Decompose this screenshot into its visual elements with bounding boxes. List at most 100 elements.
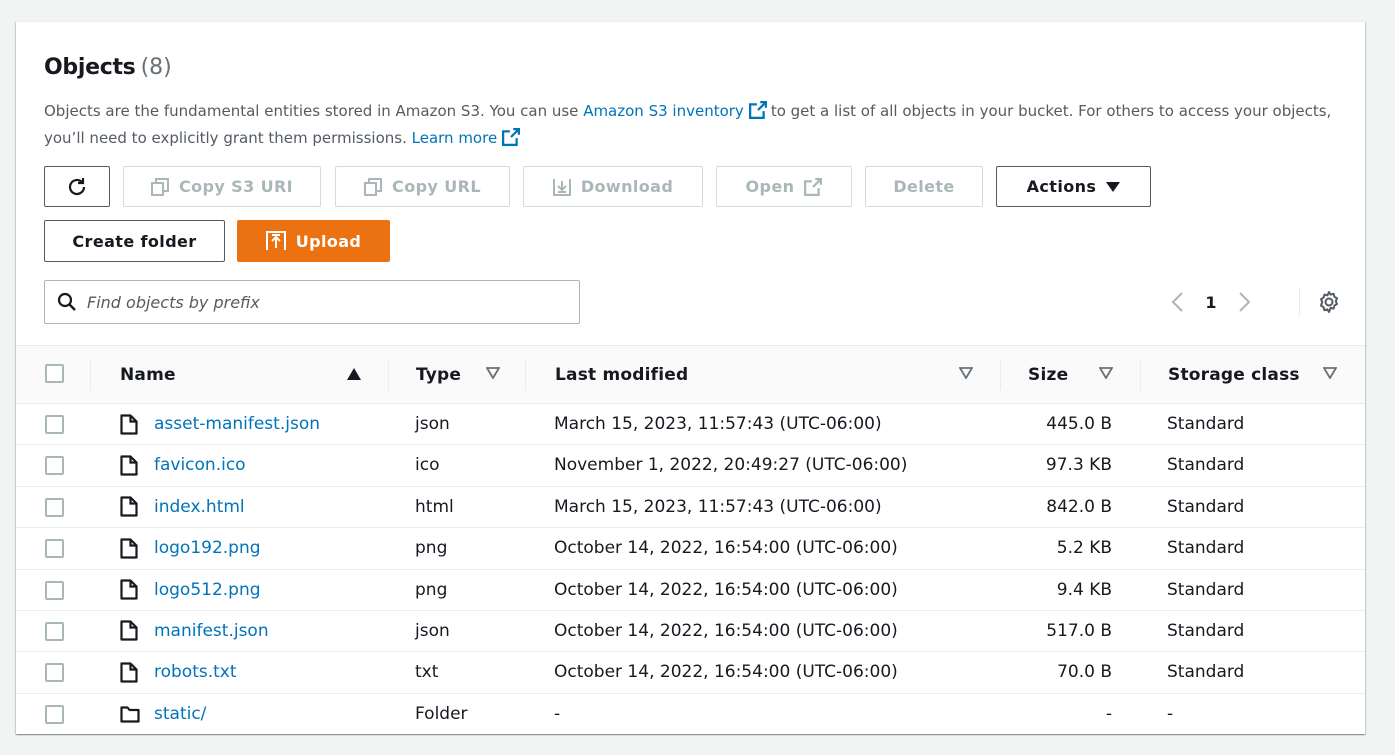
- row-checkbox[interactable]: [45, 704, 64, 724]
- column-divider: [388, 360, 389, 390]
- object-type: png: [415, 579, 448, 600]
- row-checkbox[interactable]: [45, 456, 64, 476]
- row-icon-cell: [120, 611, 138, 651]
- object-size: 842.0 B: [1046, 496, 1112, 517]
- file-icon: [120, 538, 138, 559]
- external-link-icon: [804, 177, 823, 196]
- object-storage-class: Standard: [1167, 414, 1245, 434]
- search-box[interactable]: [44, 280, 580, 324]
- copy-icon: [364, 177, 383, 196]
- object-type: json: [415, 620, 450, 641]
- row-icon-cell: [120, 404, 138, 444]
- file-icon: [120, 662, 138, 683]
- download-label: Download: [580, 177, 674, 196]
- download-button[interactable]: Download: [523, 166, 703, 207]
- sort-icon[interactable]: [1323, 367, 1337, 379]
- file-icon: [120, 455, 138, 476]
- object-storage-class: Standard: [1167, 662, 1245, 683]
- refresh-button[interactable]: [44, 166, 110, 207]
- actions-label: Actions: [1026, 177, 1097, 196]
- row-checkbox[interactable]: [45, 497, 64, 517]
- download-icon: [552, 178, 571, 196]
- external-link-icon: [502, 128, 521, 146]
- upload-label: Upload: [295, 231, 362, 251]
- copy-url-label: Copy URL: [392, 177, 481, 196]
- table-row: static/ Folder - - -: [16, 694, 1365, 735]
- objects-table: Name Type Last modified Size Storage cla…: [16, 345, 1365, 735]
- object-last-modified: October 14, 2022, 16:54:00 (UTC-06:00): [554, 579, 898, 600]
- column-header-size[interactable]: Size: [1028, 346, 1068, 403]
- row-icon-cell: [120, 445, 138, 485]
- previous-page-icon[interactable]: [1166, 290, 1190, 314]
- copy-icon: [150, 177, 169, 196]
- object-name-link[interactable]: logo512.png: [154, 570, 261, 610]
- pagination: 1: [1166, 282, 1256, 322]
- gear-icon: [1320, 291, 1338, 313]
- file-icon: [120, 579, 138, 600]
- object-type: html: [415, 496, 454, 517]
- object-name-link[interactable]: index.html: [154, 487, 245, 527]
- s3-inventory-link[interactable]: Amazon S3 inventory: [583, 102, 744, 120]
- sort-icon[interactable]: [959, 367, 973, 379]
- column-header-name[interactable]: Name: [120, 346, 176, 403]
- upload-button[interactable]: Upload: [237, 220, 390, 262]
- objects-description: Objects are the fundamental entities sto…: [44, 98, 1344, 152]
- object-size: 9.4 KB: [1056, 579, 1112, 600]
- object-storage-class: Standard: [1167, 579, 1245, 600]
- pager-divider: [1299, 288, 1300, 316]
- object-name-link[interactable]: asset-manifest.json: [154, 404, 320, 444]
- column-header-type[interactable]: Type: [416, 346, 461, 403]
- object-last-modified: March 15, 2023, 11:57:43 (UTC-06:00): [554, 414, 882, 434]
- copy-url-button[interactable]: Copy URL: [335, 166, 510, 207]
- select-all-checkbox[interactable]: [45, 364, 64, 383]
- column-divider: [525, 360, 526, 390]
- object-name-link[interactable]: robots.txt: [154, 652, 237, 692]
- preferences-button[interactable]: [1309, 282, 1349, 322]
- object-last-modified: -: [554, 703, 561, 724]
- create-folder-button[interactable]: Create folder: [44, 220, 225, 262]
- sort-icon[interactable]: [486, 367, 500, 379]
- object-name-link[interactable]: logo192.png: [154, 528, 261, 568]
- search-input[interactable]: [87, 292, 557, 312]
- object-name-link[interactable]: favicon.ico: [154, 445, 246, 485]
- actions-dropdown[interactable]: Actions: [996, 166, 1151, 207]
- row-icon-cell: [120, 487, 138, 527]
- file-icon: [120, 413, 138, 435]
- table-row: favicon.ico ico November 1, 2022, 20:49:…: [16, 445, 1365, 487]
- row-icon-cell: [120, 652, 138, 692]
- column-header-storage-class[interactable]: Storage class: [1168, 346, 1300, 403]
- row-checkbox[interactable]: [45, 415, 64, 434]
- object-type: txt: [415, 662, 439, 683]
- sort-ascending-icon[interactable]: [347, 368, 361, 380]
- open-button[interactable]: Open: [716, 166, 852, 207]
- learn-more-link[interactable]: Learn more: [412, 129, 498, 147]
- row-icon-cell: [120, 528, 138, 568]
- objects-panel: Objects (8) Objects are the fundamental …: [16, 21, 1365, 734]
- table-row: index.html html March 15, 2023, 11:57:43…: [16, 487, 1365, 529]
- object-last-modified: October 14, 2022, 16:54:00 (UTC-06:00): [554, 662, 898, 683]
- page-number[interactable]: 1: [1190, 293, 1232, 312]
- object-type: Folder: [415, 703, 468, 724]
- object-name-link[interactable]: static/: [154, 694, 206, 734]
- open-label: Open: [745, 177, 795, 196]
- delete-button[interactable]: Delete: [865, 166, 983, 207]
- copy-s3-uri-button[interactable]: Copy S3 URI: [123, 166, 321, 207]
- table-row: logo512.png png October 14, 2022, 16:54:…: [16, 570, 1365, 611]
- object-last-modified: November 1, 2022, 20:49:27 (UTC-06:00): [554, 455, 908, 476]
- object-size: 5.2 KB: [1056, 538, 1112, 559]
- page-title: Objects: [44, 55, 136, 80]
- row-checkbox[interactable]: [45, 663, 64, 683]
- row-checkbox[interactable]: [45, 539, 64, 559]
- object-name-link[interactable]: manifest.json: [154, 611, 269, 651]
- object-type: json: [415, 414, 450, 434]
- column-header-last-modified[interactable]: Last modified: [555, 346, 688, 403]
- row-checkbox[interactable]: [45, 580, 64, 600]
- object-type: ico: [415, 455, 440, 476]
- table-body: asset-manifest.json json March 15, 2023,…: [16, 404, 1365, 735]
- upload-icon: [265, 231, 286, 250]
- sort-icon[interactable]: [1099, 367, 1113, 379]
- row-checkbox[interactable]: [45, 621, 64, 641]
- row-icon-cell: [120, 570, 138, 610]
- next-page-icon[interactable]: [1232, 290, 1256, 314]
- folder-icon: [120, 706, 140, 723]
